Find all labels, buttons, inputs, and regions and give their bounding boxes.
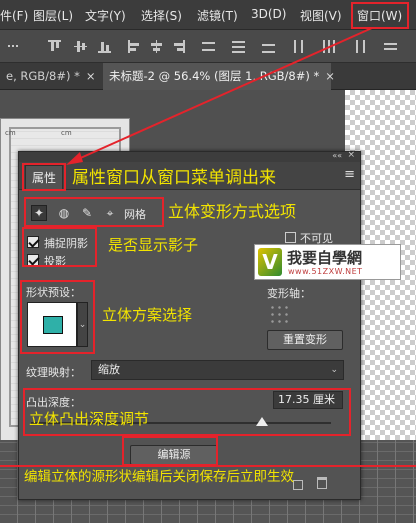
deform-axis-grid-icon[interactable] <box>269 304 289 324</box>
window-menu-highlight <box>351 2 409 29</box>
menu-file[interactable]: 件(F) <box>0 7 28 24</box>
annotation-preset-select: 立体方案选择 <box>102 306 193 324</box>
new-material-icon[interactable] <box>293 480 303 490</box>
deform-options-highlight <box>24 197 164 227</box>
tab-label: 未标题-2 @ 56.4% (图层 1, RGB/8#) * <box>109 69 320 83</box>
close-icon[interactable]: × <box>347 150 355 160</box>
logo-icon: V <box>258 248 282 276</box>
tab-label: e, RGB/8#) * <box>6 69 80 83</box>
menu-3d[interactable]: 3D(D) <box>251 7 286 21</box>
deform-axis-label: 变形轴： <box>267 287 311 300</box>
collapse-icon[interactable]: «« <box>332 151 342 160</box>
annotation-show-shadow: 是否显示影子 <box>108 236 199 254</box>
watermark-url: www.51ZXW.NET <box>288 267 363 276</box>
document-tab-bar: e, RGB/8#) * × 未标题-2 @ 56.4% (图层 1, RGB/8… <box>0 63 416 90</box>
align-right-icon[interactable] <box>172 40 185 53</box>
distribute-hcenter-icon[interactable] <box>322 40 335 53</box>
annotation-window-menu: 属性窗口从窗口菜单调出来 <box>72 168 276 188</box>
annotation-depth-adjust: 立体凸出深度调节 <box>29 410 150 428</box>
ruler-unit: cm <box>61 129 72 137</box>
watermark-title: 我要自學網 <box>287 249 363 267</box>
menu-layer[interactable]: 图层(L) <box>33 7 73 24</box>
tab-document-1[interactable]: e, RGB/8#) * × <box>0 63 100 90</box>
properties-tab-highlight <box>22 163 66 191</box>
shadow-options-highlight <box>22 227 97 267</box>
panel-menu-icon[interactable]: ≡ <box>344 167 355 182</box>
menu-filter[interactable]: 滤镜(T) <box>197 7 238 24</box>
ruler-unit: cm <box>5 129 16 137</box>
tab-document-2[interactable]: 未标题-2 @ 56.4% (图层 1, RGB/8#) * × <box>103 63 335 90</box>
texture-mapping-label: 纹理映射： <box>26 366 81 379</box>
align-hcenter-icon[interactable] <box>150 40 163 53</box>
menu-view[interactable]: 视图(V) <box>300 7 342 24</box>
align-bottom-icon[interactable] <box>98 40 111 53</box>
close-icon[interactable]: × <box>325 69 335 83</box>
auto-align-icon[interactable] <box>384 40 397 53</box>
align-left-icon[interactable] <box>128 40 141 53</box>
distribute-top-icon[interactable] <box>202 40 215 53</box>
close-icon[interactable]: × <box>86 69 96 83</box>
site-watermark: V 我要自學網 www.51ZXW.NET <box>254 244 401 280</box>
distribute-left-icon[interactable] <box>292 40 305 53</box>
align-top-icon[interactable] <box>48 40 61 53</box>
distribute-right-icon[interactable] <box>352 40 365 53</box>
texture-mapping-select[interactable]: 缩放 ⌄ <box>91 360 344 380</box>
edit-source-highlight <box>122 436 218 466</box>
trash-icon[interactable] <box>317 477 327 489</box>
panel-titlebar[interactable]: «« × <box>19 150 360 162</box>
options-bar <box>0 30 416 63</box>
distribute-vcenter-icon[interactable] <box>232 40 245 53</box>
distribute-dots-icon[interactable] <box>8 40 21 53</box>
texture-mapping-value: 缩放 <box>98 363 120 376</box>
menu-select[interactable]: 选择(S) <box>141 7 182 24</box>
invisible-checkbox[interactable] <box>285 232 296 243</box>
menu-type[interactable]: 文字(Y) <box>85 7 126 24</box>
distribute-bottom-icon[interactable] <box>262 40 275 53</box>
reset-deform-button[interactable]: 重置变形 <box>267 330 343 350</box>
chevron-down-icon: ⌄ <box>330 365 338 375</box>
annotation-edit-source: 编辑立体的源形状编辑后关闭保存后立即生效 <box>24 469 294 485</box>
annotation-deform-options: 立体变形方式选项 <box>168 202 297 221</box>
preset-highlight <box>20 280 95 354</box>
align-vcenter-icon[interactable] <box>74 40 87 53</box>
